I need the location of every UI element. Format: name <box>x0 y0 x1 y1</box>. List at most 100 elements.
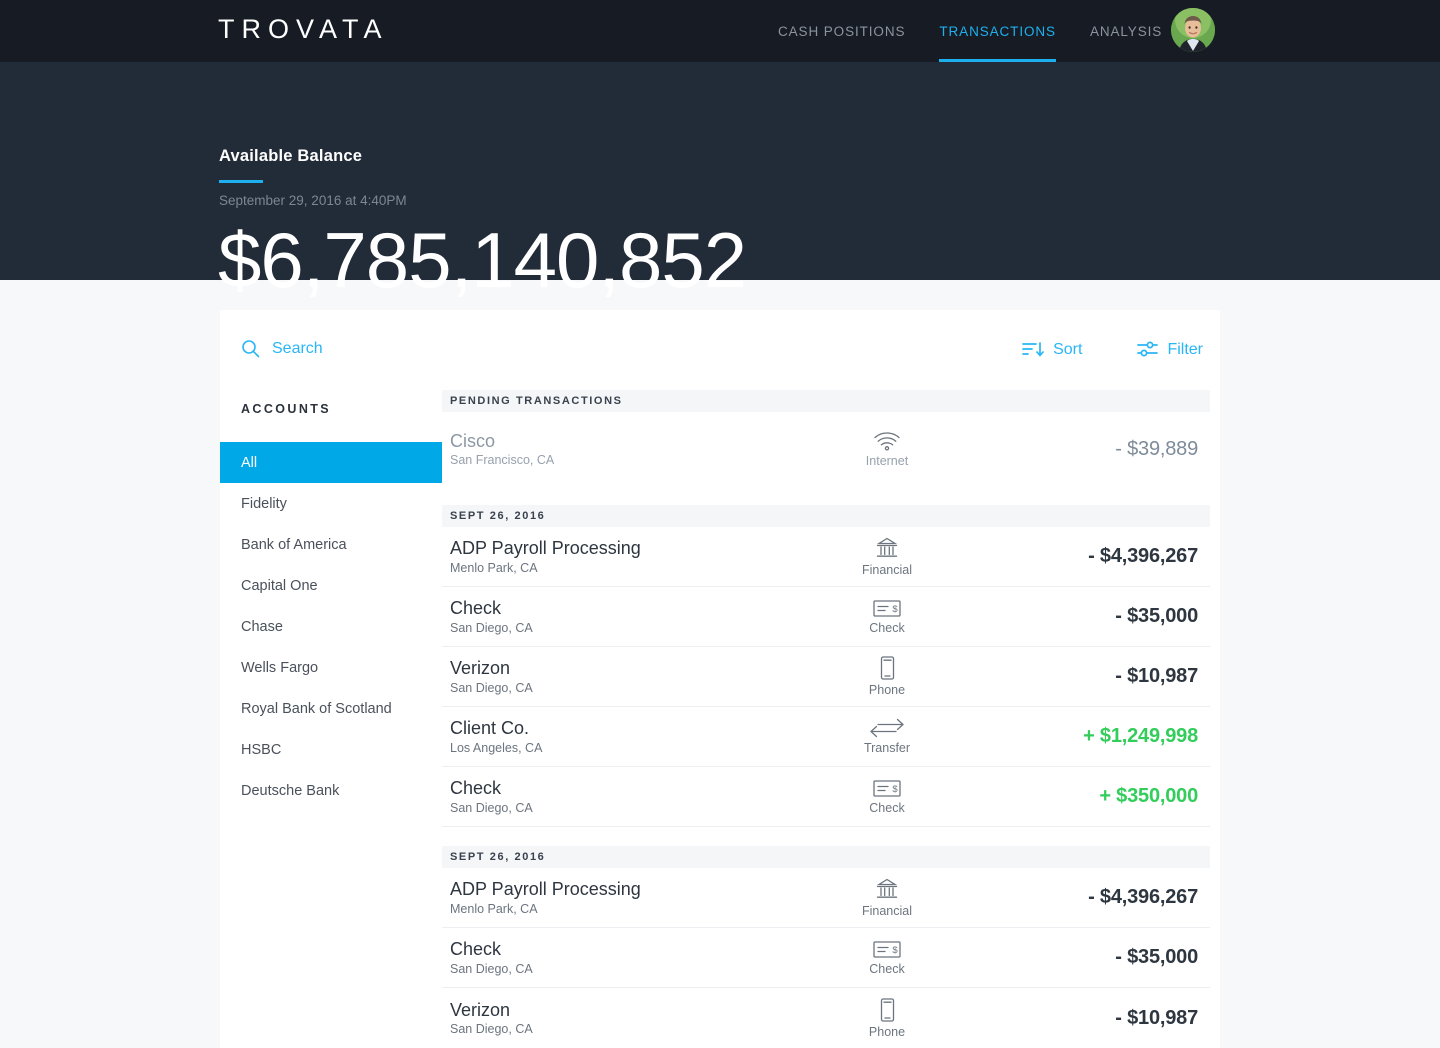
transfer-icon <box>870 718 904 738</box>
transaction-merchant: Client Co. <box>450 718 530 739</box>
transaction-category: Financial <box>802 537 972 577</box>
transaction-merchant: Verizon <box>450 999 511 1020</box>
filter-button[interactable]: Filter <box>1137 340 1203 359</box>
account-item-wells-fargo[interactable]: Wells Fargo <box>220 647 442 688</box>
transaction-merchant: ADP Payroll Processing <box>450 879 641 900</box>
transaction-row[interactable]: Verizon San Diego, CA Phone - $10,987 <box>442 988 1210 1048</box>
transaction-merchant: ADP Payroll Processing <box>450 538 641 559</box>
transactions-section-heading: SEPT 26, 2016 <box>442 505 1210 527</box>
account-item-label: Royal Bank of Scotland <box>241 700 392 717</box>
check-icon: $ <box>873 779 901 798</box>
transactions-section-heading: PENDING TRANSACTIONS <box>442 390 1210 412</box>
transaction-category: Financial <box>802 878 972 918</box>
account-item-hsbc[interactable]: HSBC <box>220 729 442 770</box>
transaction-row[interactable]: ADP Payroll Processing Menlo Park, CA Fina… <box>442 868 1210 928</box>
transaction-identity: Check San Diego, CA <box>450 778 802 815</box>
transaction-category: Phone <box>802 656 972 697</box>
transaction-amount: + $1,249,998 <box>1083 725 1198 747</box>
transaction-category-label: Check <box>869 800 905 815</box>
transaction-category: Transfer <box>802 718 972 755</box>
primary-nav: CASH POSITIONS TRANSACTIONS ANALYSIS <box>778 0 1162 62</box>
transaction-location: San Francisco, CA <box>450 453 555 468</box>
transaction-category: Phone <box>802 997 972 1039</box>
user-avatar[interactable] <box>1171 8 1215 52</box>
filter-icon <box>1137 340 1159 359</box>
transaction-location: San Diego, CA <box>450 680 533 695</box>
transaction-identity: ADP Payroll Processing Menlo Park, CA <box>450 538 802 575</box>
transaction-category-label: Internet <box>865 453 909 468</box>
transaction-category: $ Check <box>802 599 972 635</box>
transaction-location: San Diego, CA <box>450 1022 533 1037</box>
transactions-toolbar: Search Sort Filter <box>220 310 1220 390</box>
transaction-location: Menlo Park, CA <box>450 901 538 916</box>
svg-text:$: $ <box>892 784 898 795</box>
transaction-identity: Cisco San Francisco, CA <box>450 431 802 468</box>
transaction-amount: + $350,000 <box>1099 785 1198 807</box>
transaction-amount: - $10,987 <box>1115 665 1198 687</box>
account-item-label: Fidelity <box>241 495 287 512</box>
transaction-category-label: Transfer <box>863 741 911 755</box>
nav-link-analysis[interactable]: ANALYSIS <box>1090 0 1162 62</box>
transaction-merchant: Verizon <box>450 658 511 679</box>
top-navigation-bar: TROVATA CASH POSITIONS TRANSACTIONS ANAL… <box>0 0 1440 62</box>
transaction-amount: - $4,396,267 <box>1088 886 1198 908</box>
transactions-list: PENDING TRANSACTIONS Cisco San Francisco, … <box>442 390 1220 1048</box>
transaction-amount: - $10,987 <box>1115 1006 1198 1029</box>
svg-text:$: $ <box>892 604 898 615</box>
transaction-row[interactable]: Check San Diego, CA $ Check + $350,000 <box>442 767 1210 827</box>
account-item-label: Capital One <box>241 577 318 594</box>
account-item-label: HSBC <box>241 741 282 758</box>
bank-icon <box>875 878 899 901</box>
bank-icon <box>875 537 899 560</box>
account-item-label: Wells Fargo <box>241 659 319 676</box>
transaction-row[interactable]: Check San Diego, CA $ Check - $35,000 <box>442 928 1210 988</box>
transaction-location: Menlo Park, CA <box>450 560 538 575</box>
account-item-royal-bank-of-scotland[interactable]: Royal Bank of Scotland <box>220 688 442 729</box>
transaction-category: $ Check <box>802 779 972 815</box>
account-item-capital-one[interactable]: Capital One <box>220 565 442 606</box>
transaction-row[interactable]: Check San Diego, CA $ Check - $35,000 <box>442 587 1210 647</box>
account-item-chase[interactable]: Chase <box>220 606 442 647</box>
transaction-identity: Check San Diego, CA <box>450 939 802 976</box>
brand-logo[interactable]: TROVATA <box>218 14 389 45</box>
sort-button[interactable]: Sort <box>1022 341 1082 359</box>
transaction-amount: - $39,889 <box>1115 437 1198 460</box>
transaction-row[interactable]: ADP Payroll Processing Menlo Park, CA Fina… <box>442 527 1210 587</box>
account-item-label: Deutsche Bank <box>241 782 340 799</box>
toolbar-actions: Sort Filter <box>1022 340 1203 359</box>
transaction-row[interactable]: Cisco San Francisco, CA Internet - $39,889 <box>442 412 1210 486</box>
transaction-merchant: Check <box>450 598 502 619</box>
transaction-merchant: Check <box>450 778 502 799</box>
nav-link-cash-positions[interactable]: CASH POSITIONS <box>778 0 905 62</box>
available-balance-panel: Available Balance September 29, 2016 at … <box>0 62 1440 299</box>
transaction-category-label: Check <box>869 620 905 635</box>
balance-timestamp: September 29, 2016 at 4:40PM <box>219 193 407 208</box>
transactions-card: Search Sort Filter ACCOUNTS All Fidelity… <box>220 310 1220 1048</box>
nav-link-transactions[interactable]: TRANSACTIONS <box>939 0 1056 62</box>
transactions-section-heading: SEPT 26, 2016 <box>442 846 1210 868</box>
transaction-merchant: Cisco <box>450 430 496 451</box>
transaction-amount: - $4,396,267 <box>1088 545 1198 567</box>
transaction-location: San Diego, CA <box>450 620 533 635</box>
transaction-row[interactable]: Client Co. Los Angeles, CA Transfer + $1,24… <box>442 707 1210 767</box>
transaction-category-label: Financial <box>861 562 913 577</box>
account-item-deutsche-bank[interactable]: Deutsche Bank <box>220 770 442 811</box>
svg-text:$: $ <box>892 945 898 956</box>
card-body: ACCOUNTS All Fidelity Bank of America Capit… <box>220 390 1220 1048</box>
transaction-row[interactable]: Verizon San Diego, CA Phone - $10,987 <box>442 647 1210 707</box>
account-item-bank-of-america[interactable]: Bank of America <box>220 524 442 565</box>
balance-amount: $6,785,140,852 <box>218 216 747 304</box>
phone-icon <box>880 656 895 680</box>
search-input[interactable]: Search <box>241 339 323 358</box>
transaction-category-label: Financial <box>861 903 913 918</box>
phone-icon <box>880 997 895 1022</box>
check-icon: $ <box>873 940 901 959</box>
transaction-category: Internet <box>802 431 972 468</box>
account-item-all[interactable]: All <box>220 442 442 483</box>
transaction-category-label: Phone <box>868 1024 906 1039</box>
account-item-fidelity[interactable]: Fidelity <box>220 483 442 524</box>
accounts-sidebar: ACCOUNTS All Fidelity Bank of America Capit… <box>220 390 442 1048</box>
transaction-category: $ Check <box>802 940 972 976</box>
search-icon <box>241 339 260 358</box>
transaction-location: San Diego, CA <box>450 961 533 976</box>
